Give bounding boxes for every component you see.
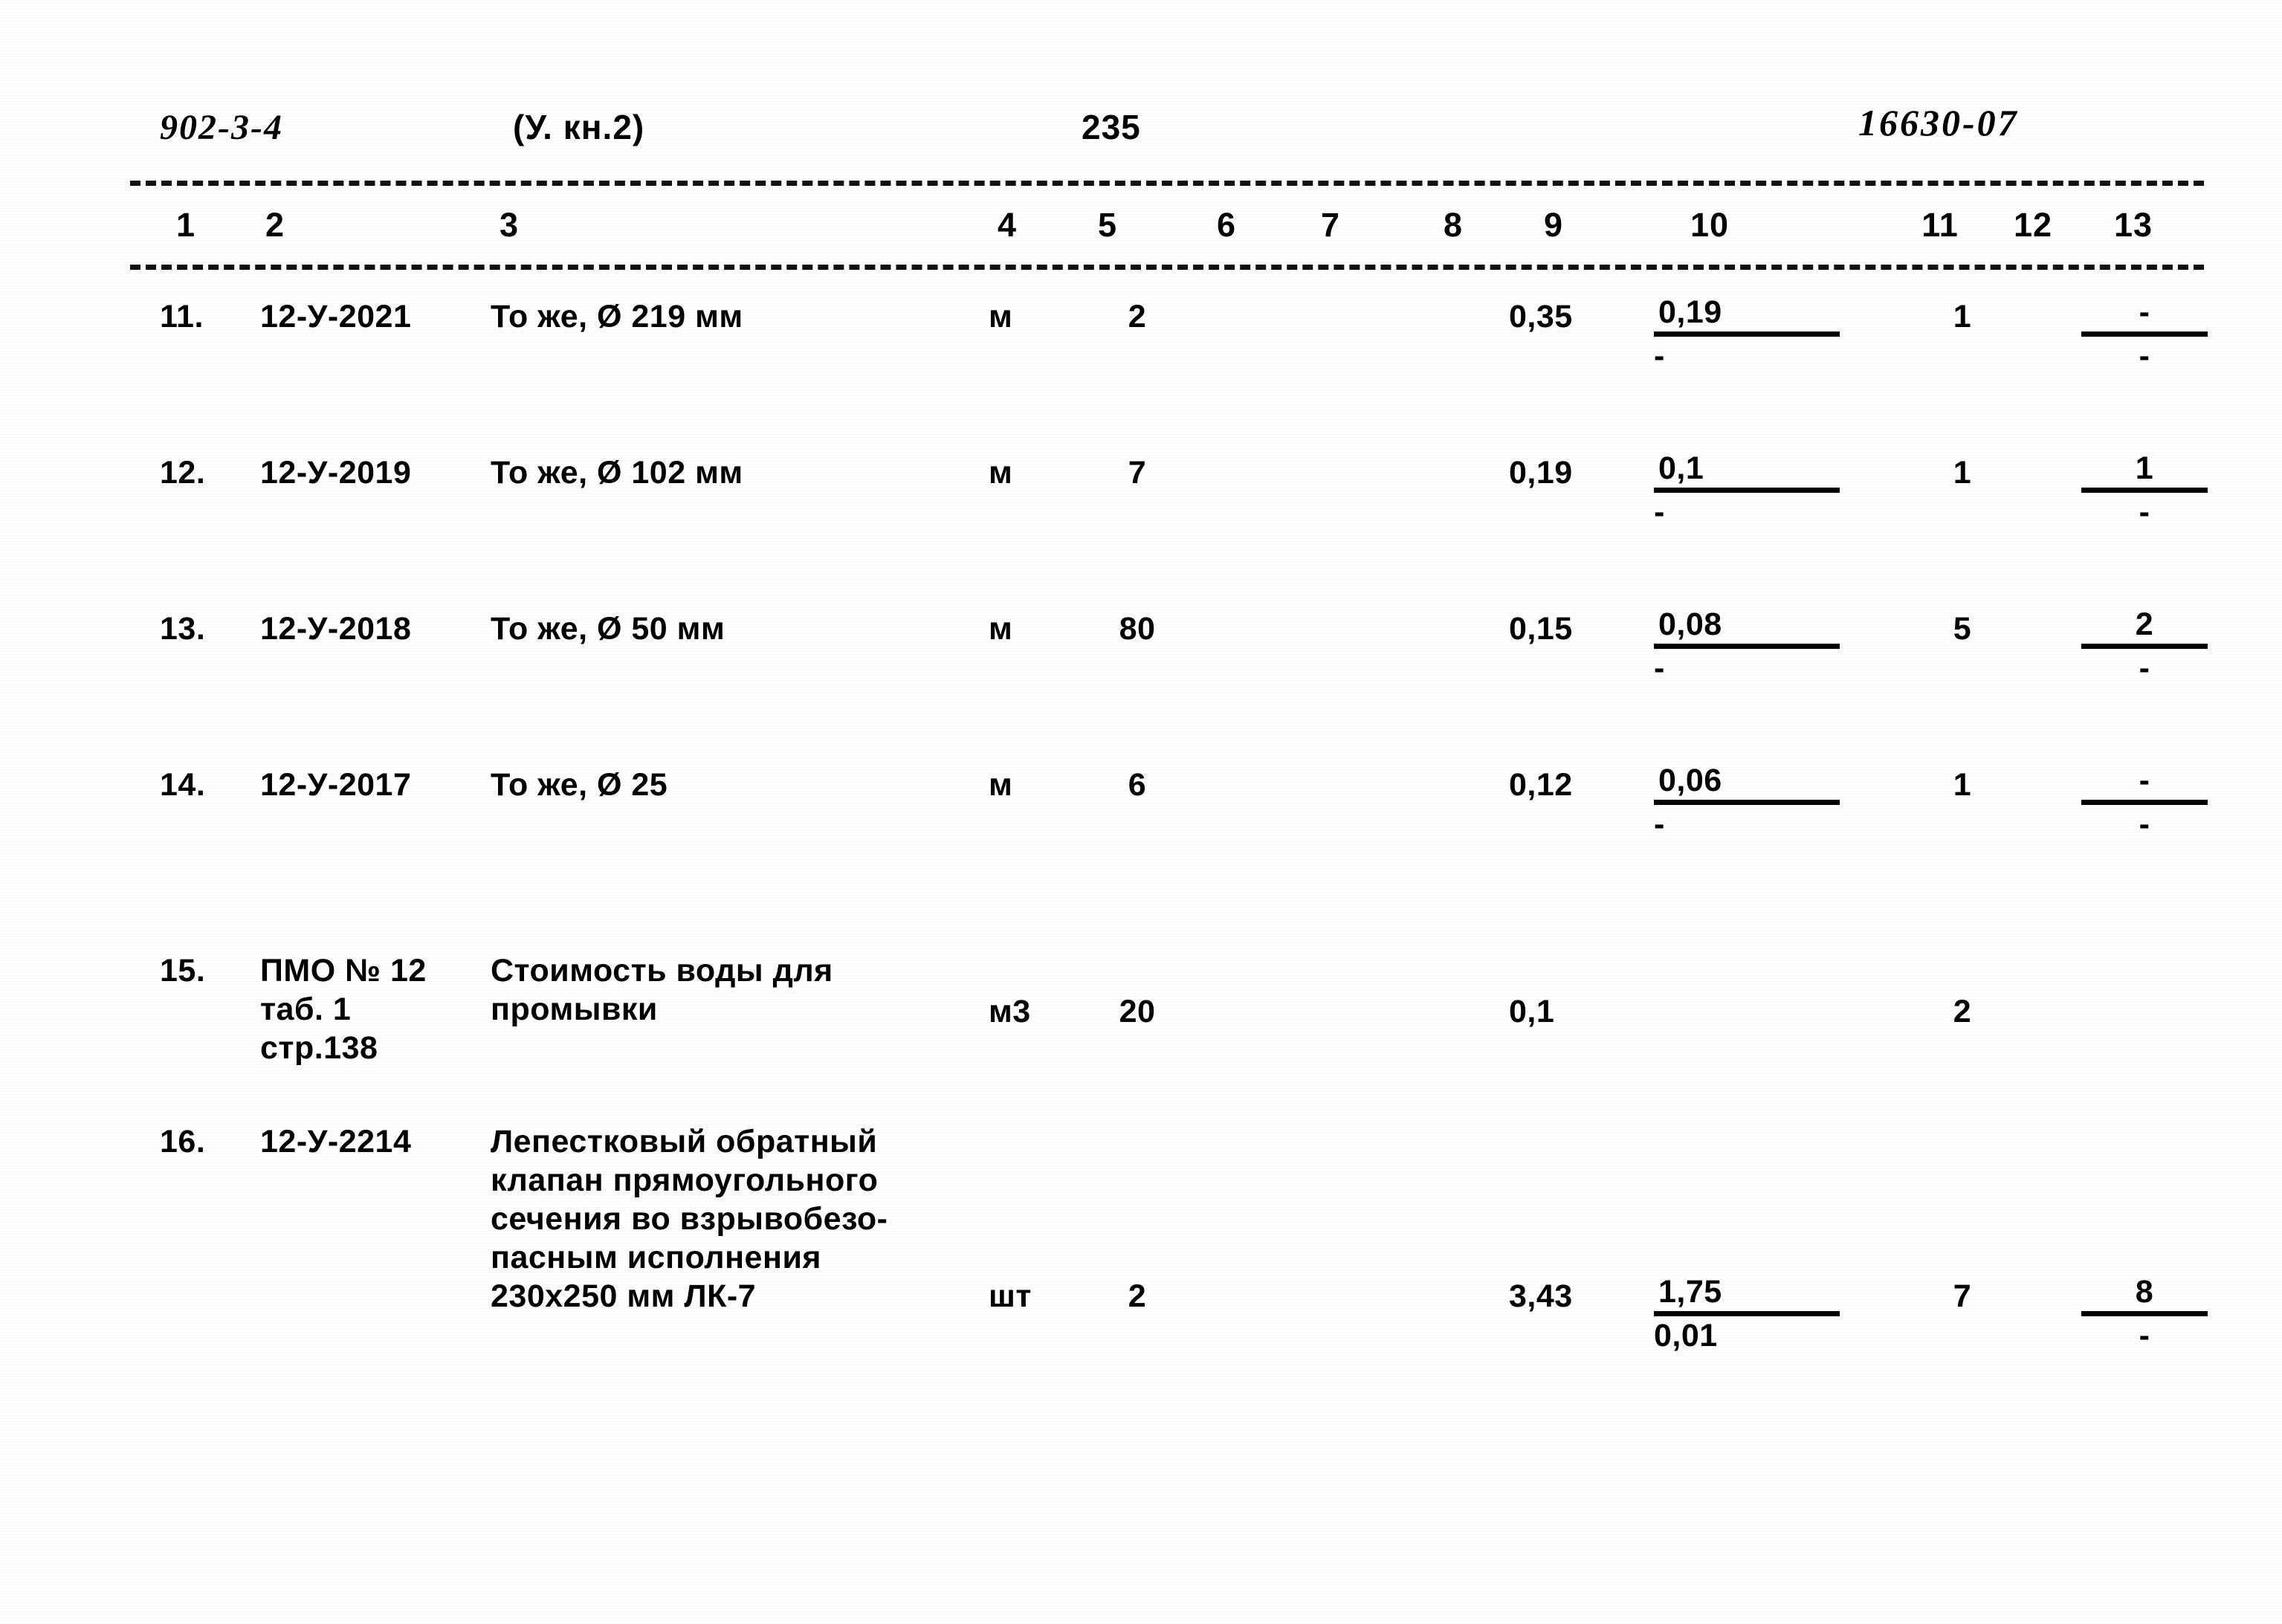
row-code: 12-У-2017 <box>260 767 412 803</box>
row-unit: м3 <box>989 994 1031 1029</box>
column-number-13: 13 <box>2113 206 2153 244</box>
row-quantity: 7 <box>1128 455 1147 491</box>
row-col13-fraction-denominator: - <box>2139 338 2150 374</box>
row-code: 12-У-2019 <box>260 455 412 491</box>
row-col10-fraction-numerator: 0,19 <box>1654 294 1840 337</box>
row-col9-cost: 3,43 <box>1509 1278 1573 1314</box>
row-col11-count: 1 <box>1953 767 1972 803</box>
row-col13-fraction: 2- <box>2081 606 2208 686</box>
column-number-9: 9 <box>1543 206 1564 244</box>
row-quantity: 20 <box>1119 994 1156 1029</box>
row-unit: м <box>989 299 1013 334</box>
row-col10-fraction-denominator: - <box>1654 494 1665 530</box>
row-col10-fraction-numerator: 0,06 <box>1654 763 1840 805</box>
row-quantity: 6 <box>1128 767 1147 803</box>
row-code: 12-У-2214 <box>260 1124 412 1159</box>
row-col10-fraction: 1,75 0,01 <box>1654 1274 1840 1353</box>
column-number-10: 10 <box>1690 206 1730 244</box>
row-index: 15. <box>160 953 206 989</box>
column-number-3: 3 <box>499 206 520 244</box>
row-code: ПМО № 12 таб. 1 стр.138 <box>260 953 427 1066</box>
row-col11-count: 1 <box>1953 299 1972 334</box>
row-col13-fraction-numerator: - <box>2081 763 2208 805</box>
row-index: 11. <box>160 299 204 334</box>
row-col13-fraction: -- <box>2081 294 2208 374</box>
row-description: То же, Ø 219 мм <box>491 299 743 334</box>
row-col10-fraction: 0,06- <box>1654 763 1840 842</box>
row-index: 12. <box>160 455 206 491</box>
row-col10-fraction-denominator: - <box>1654 650 1665 686</box>
column-number-7: 7 <box>1320 206 1341 244</box>
row-col9-cost: 0,1 <box>1509 994 1555 1029</box>
row-col13-fraction-denominator: - <box>2139 806 2150 842</box>
row-col9-cost: 0,15 <box>1509 611 1573 647</box>
row-col10-fraction-numerator: 1,75 <box>1654 1274 1840 1316</box>
row-description: Стоимость воды для промывки <box>491 953 833 1027</box>
column-number-12: 12 <box>2013 206 2053 244</box>
row-description: То же, Ø 102 мм <box>491 455 743 491</box>
row-description: То же, Ø 25 <box>491 767 668 803</box>
row-index: 13. <box>160 611 206 647</box>
row-col13-fraction-numerator: 2 <box>2081 606 2208 649</box>
row-col13-fraction-denominator: - <box>2139 1318 2150 1353</box>
row-quantity: 80 <box>1119 611 1156 647</box>
column-number-4: 4 <box>997 206 1018 244</box>
row-col10-fraction-numerator: 0,08 <box>1654 606 1840 649</box>
row-col11-count: 1 <box>1953 455 1972 491</box>
row-col13-fraction-denominator: - <box>2139 494 2150 530</box>
volume-label: (У. кн.2) <box>513 108 645 146</box>
row-unit: шт <box>989 1278 1032 1314</box>
row-col9-cost: 0,12 <box>1509 767 1573 803</box>
row-unit: м <box>989 767 1013 803</box>
page-number: 235 <box>1082 108 1141 146</box>
row-col13-fraction-numerator: 1 <box>2081 450 2208 493</box>
column-number-row: 1 2 3 4 5 6 7 8 9 10 11 12 13 <box>0 208 2282 262</box>
row-col13-fraction: -- <box>2081 763 2208 842</box>
row-description: То же, Ø 50 мм <box>491 611 725 647</box>
row-description: Лепестковый обратный клапан прямоугольно… <box>491 1124 888 1314</box>
row-unit: м <box>989 611 1013 647</box>
column-number-1: 1 <box>175 206 196 244</box>
table-top-rule <box>130 181 2204 186</box>
row-col13-fraction: 8- <box>2081 1274 2208 1353</box>
row-col9-cost: 0,35 <box>1509 299 1573 334</box>
series-code: 902-3-4 <box>160 108 283 147</box>
row-index: 14. <box>160 767 206 803</box>
column-number-8: 8 <box>1443 206 1464 244</box>
row-col10-fraction-denominator: 0,01 <box>1654 1318 1718 1353</box>
row-col11-count: 5 <box>1953 611 1972 647</box>
row-col11-count: 7 <box>1953 1278 1972 1314</box>
row-code: 12-У-2021 <box>260 299 412 334</box>
column-number-11: 11 <box>1921 206 1959 244</box>
row-code: 12-У-2018 <box>260 611 412 647</box>
row-col9-cost: 0,19 <box>1509 455 1573 491</box>
row-col13-fraction-numerator: - <box>2081 294 2208 337</box>
row-col13-fraction-numerator: 8 <box>2081 1274 2208 1316</box>
column-number-2: 2 <box>265 206 285 244</box>
row-quantity: 2 <box>1128 299 1147 334</box>
row-index: 16. <box>160 1124 206 1159</box>
row-col11-count: 2 <box>1953 994 1972 1029</box>
table-header-rule <box>130 265 2204 270</box>
scanned-page: 902-3-4 (У. кн.2) 235 16630-07 123456789… <box>0 0 2282 1624</box>
column-number-6: 6 <box>1216 206 1237 244</box>
row-col10-fraction: 0,19- <box>1654 294 1840 374</box>
row-quantity: 2 <box>1128 1278 1147 1314</box>
row-unit: м <box>989 455 1013 491</box>
row-col10-fraction-denominator: - <box>1654 338 1665 374</box>
row-col10-fraction-denominator: - <box>1654 806 1665 842</box>
column-number-5: 5 <box>1097 206 1118 244</box>
document-number: 16630-07 <box>1858 102 2019 143</box>
row-col13-fraction-denominator: - <box>2139 650 2150 686</box>
page-header: 902-3-4 (У. кн.2) 235 16630-07 <box>0 97 2282 164</box>
row-col10-fraction: 0,08- <box>1654 606 1840 686</box>
row-col10-fraction-numerator: 0,1 <box>1654 450 1840 493</box>
row-col13-fraction: 1- <box>2081 450 2208 530</box>
row-col10-fraction: 0,1- <box>1654 450 1840 530</box>
